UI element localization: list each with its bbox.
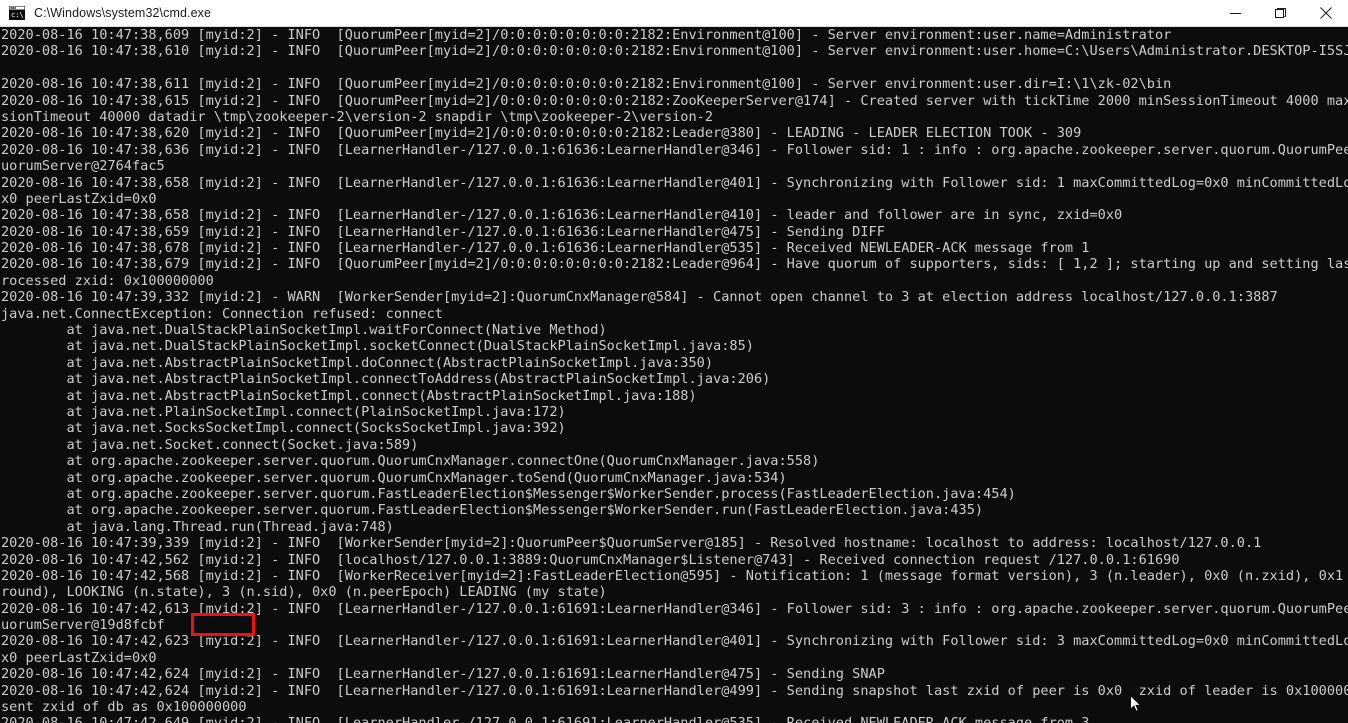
console-line: uorumServer@19d8fcbf — [1, 617, 165, 634]
console-line: 2020-08-16 10:47:38,609 [myid:2] - INFO … — [1, 27, 1172, 43]
console-line: rocessed zxid: 0x100000000 — [1, 272, 214, 289]
title-bar[interactable]: c:\ C:\Windows\system32\cmd.exe — [0, 0, 1348, 27]
console-line: 2020-08-16 10:47:38,611 [myid:2] - INFO … — [1, 76, 1172, 93]
console-line: 2020-08-16 10:47:38,678 [myid:2] - INFO … — [1, 240, 1090, 257]
console-line: 2020-08-16 10:47:42,649 [myid:2] - INFO … — [0, 715, 1348, 723]
console-line: at java.net.AbstractPlainSocketImpl.conn… — [1, 371, 771, 388]
console-line: java.net.ConnectException: Connection re… — [1, 305, 443, 322]
console-line: at java.net.Socket.connect(Socket.java:5… — [1, 436, 419, 453]
console-line: 2020-08-16 10:47:39,339 [myid:2] - INFO … — [1, 535, 1262, 552]
console-line: 2020-08-16 10:47:42,624 [myid:2] - INFO … — [1, 682, 1348, 699]
console-line: at java.net.DualStackPlainSocketImpl.wai… — [1, 322, 607, 339]
console-line: round), LOOKING (n.state), 3 (n.sid), 0x… — [1, 584, 607, 601]
console-line: 2020-08-16 10:47:38,615 [myid:2] - INFO … — [1, 92, 1348, 109]
console-line: 2020-08-16 10:47:42,568 [myid:2] - INFO … — [1, 567, 1348, 584]
console-output-area[interactable]: 2020-08-16 10:47:38,609 [myid:2] - INFO … — [0, 27, 1348, 723]
window-title: C:\Windows\system32\cmd.exe — [34, 6, 212, 20]
restore-button[interactable] — [1258, 0, 1303, 26]
console-line: at org.apache.zookeeper.server.quorum.Fa… — [1, 502, 984, 519]
minimize-button[interactable] — [1213, 0, 1258, 26]
console-line: at org.apache.zookeeper.server.quorum.Fa… — [1, 485, 1016, 502]
close-button[interactable] — [1303, 0, 1348, 26]
cmd-console-icon: c:\ — [9, 5, 25, 21]
console-line: x0 peerLastZxid=0x0 — [1, 190, 157, 207]
console-line: 2020-08-16 10:47:42,562 [myid:2] - INFO … — [1, 551, 1180, 568]
console-line: at org.apache.zookeeper.server.quorum.Qu… — [1, 469, 787, 486]
console-line: sent zxid of db as 0x100000000 — [1, 699, 247, 716]
console-line: 2020-08-16 10:47:39,332 [myid:2] - WARN … — [1, 289, 1278, 306]
svg-text:c:\: c:\ — [11, 11, 24, 19]
console-line: x0 peerLastZxid=0x0 — [1, 649, 157, 666]
window-controls — [1213, 0, 1348, 26]
console-line: at java.net.AbstractPlainSocketImpl.doCo… — [1, 354, 714, 371]
console-line: 2020-08-16 10:47:38,620 [myid:2] - INFO … — [1, 125, 1082, 142]
console-line: 2020-08-16 10:47:42,624 [myid:2] - INFO … — [1, 666, 885, 683]
console-line: at java.lang.Thread.run(Thread.java:748) — [1, 518, 394, 535]
console-line: at java.net.PlainSocketImpl.connect(Plai… — [1, 403, 566, 420]
console-lines: 2020-08-16 10:47:38,609 [myid:2] - INFO … — [0, 27, 1348, 723]
console-line: sionTimeout 40000 datadir \tmp\zookeeper… — [1, 108, 714, 125]
console-line: 2020-08-16 10:47:42,623 [myid:2] - INFO … — [1, 633, 1348, 650]
console-line: at org.apache.zookeeper.server.quorum.Qu… — [1, 453, 820, 470]
cmd-window: c:\ C:\Windows\system32\cmd.exe 2020-08-… — [0, 0, 1348, 723]
console-line: 2020-08-16 10:47:38,658 [myid:2] - INFO … — [1, 207, 1123, 224]
console-line: uorumServer@2764fac5 — [1, 158, 165, 175]
console-line: 2020-08-16 10:47:38,658 [myid:2] - INFO … — [1, 174, 1348, 191]
console-line: at java.net.AbstractPlainSocketImpl.conn… — [1, 387, 697, 404]
console-line: 2020-08-16 10:47:38,610 [myid:2] - INFO … — [1, 43, 1348, 60]
console-line: at java.net.DualStackPlainSocketImpl.soc… — [1, 338, 754, 355]
console-line: 2020-08-16 10:47:42,613 [myid:2] - INFO … — [1, 600, 1348, 617]
console-line: 2020-08-16 10:47:38,679 [myid:2] - INFO … — [1, 256, 1348, 273]
console-line: 2020-08-16 10:47:38,659 [myid:2] - INFO … — [1, 223, 885, 240]
console-line: 2020-08-16 10:47:38,636 [myid:2] - INFO … — [1, 141, 1348, 158]
console-line: at java.net.SocksSocketImpl.connect(Sock… — [1, 420, 566, 437]
